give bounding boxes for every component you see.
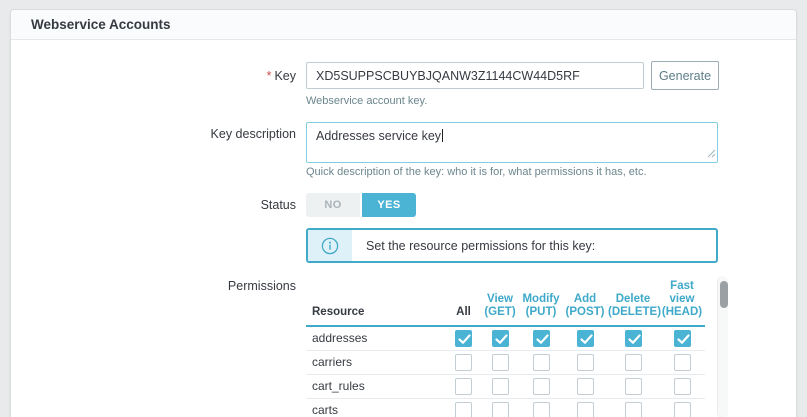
permission-cell (563, 326, 607, 350)
permission-cell (519, 374, 563, 398)
column-header-view[interactable]: View(GET) (481, 276, 519, 326)
generate-button[interactable]: Generate (651, 61, 719, 90)
permission-cell (519, 398, 563, 417)
resource-name: carts (306, 398, 446, 417)
column-header-delete[interactable]: Delete(DELETE) (607, 276, 659, 326)
key-help-text: Webservice account key. (306, 95, 427, 107)
required-asterisk: * (267, 69, 272, 83)
permissions-table: ResourceAllView(GET)Modify(PUT)Add(POST)… (306, 276, 705, 417)
permission-cell (659, 398, 705, 417)
status-toggle-yes[interactable]: YES (362, 193, 416, 217)
permission-cell (659, 326, 705, 350)
permission-checkbox-addresses-0[interactable] (455, 330, 472, 347)
resize-handle-icon[interactable] (706, 147, 716, 161)
permission-checkbox-cart_rules-0[interactable] (455, 378, 472, 395)
permission-row-carriers: carriers (306, 350, 705, 374)
permission-checkbox-carts-2[interactable] (533, 402, 550, 417)
status-toggle-no[interactable]: NO (306, 193, 360, 217)
permission-checkbox-cart_rules-2[interactable] (533, 378, 550, 395)
permission-row-addresses: addresses (306, 326, 705, 350)
permission-checkbox-carriers-4[interactable] (625, 354, 642, 371)
permission-cell (481, 326, 519, 350)
permission-checkbox-cart_rules-4[interactable] (625, 378, 642, 395)
permission-cell (481, 398, 519, 417)
resource-name: addresses (306, 326, 446, 350)
column-header-fast-view[interactable]: Fast view(HEAD) (659, 276, 705, 326)
permission-checkbox-addresses-1[interactable] (492, 330, 509, 347)
permission-row-carts: carts (306, 398, 705, 417)
permission-checkbox-cart_rules-3[interactable] (577, 378, 594, 395)
permission-checkbox-carriers-3[interactable] (577, 354, 594, 371)
permission-checkbox-addresses-2[interactable] (533, 330, 550, 347)
permission-checkbox-addresses-5[interactable] (674, 330, 691, 347)
permission-cell (446, 398, 481, 417)
permission-cell (481, 350, 519, 374)
permission-checkbox-cart_rules-1[interactable] (492, 378, 509, 395)
permission-checkbox-carriers-5[interactable] (674, 354, 691, 371)
permission-checkbox-carriers-1[interactable] (492, 354, 509, 371)
permission-checkbox-addresses-4[interactable] (625, 330, 642, 347)
key-description-textarea[interactable]: Addresses service key (306, 122, 718, 163)
permission-cell (446, 374, 481, 398)
permissions-label: Permissions (11, 278, 296, 294)
permission-cell (519, 326, 563, 350)
permissions-table-container: ResourceAllView(GET)Modify(PUT)Add(POST)… (306, 276, 728, 417)
permission-checkbox-addresses-3[interactable] (577, 330, 594, 347)
permission-cell (607, 398, 659, 417)
permission-row-cart_rules: cart_rules (306, 374, 705, 398)
column-header-add[interactable]: Add(POST) (563, 276, 607, 326)
permission-cell (607, 350, 659, 374)
permission-cell (446, 326, 481, 350)
permission-cell (659, 374, 705, 398)
page-title: Webservice Accounts (31, 17, 171, 32)
status-label: Status (11, 197, 296, 213)
key-input[interactable] (306, 62, 644, 89)
info-alert-text: Set the resource permissions for this ke… (352, 230, 595, 261)
resource-name: carriers (306, 350, 446, 374)
permission-cell (481, 374, 519, 398)
key-description-help-text: Quick description of the key: who it is … (306, 166, 647, 178)
permission-checkbox-carts-5[interactable] (674, 402, 691, 417)
permission-checkbox-carts-1[interactable] (492, 402, 509, 417)
permission-cell (659, 350, 705, 374)
table-scrollbar-thumb[interactable] (720, 281, 728, 308)
permission-cell (563, 374, 607, 398)
info-alert: Set the resource permissions for this ke… (306, 228, 718, 263)
status-toggle: NO YES (306, 193, 416, 217)
permission-cell (607, 374, 659, 398)
permission-checkbox-carts-4[interactable] (625, 402, 642, 417)
key-label: *Key (11, 68, 296, 84)
permission-checkbox-carriers-2[interactable] (533, 354, 550, 371)
resource-name: cart_rules (306, 374, 446, 398)
webservice-accounts-panel: Webservice Accounts *Key Generate Webser… (10, 9, 797, 417)
permission-cell (563, 350, 607, 374)
permission-checkbox-carriers-0[interactable] (455, 354, 472, 371)
column-header-modify[interactable]: Modify(PUT) (519, 276, 563, 326)
permission-cell (446, 350, 481, 374)
permission-checkbox-carts-0[interactable] (455, 402, 472, 417)
text-cursor (442, 129, 443, 142)
permission-cell (563, 398, 607, 417)
permissions-table-header: ResourceAllView(GET)Modify(PUT)Add(POST)… (306, 276, 705, 326)
key-description-value: Addresses service key (316, 129, 441, 143)
info-icon (308, 230, 352, 261)
permission-checkbox-carts-3[interactable] (577, 402, 594, 417)
column-header-all: All (446, 276, 481, 326)
key-description-label: Key description (11, 126, 296, 142)
permission-cell (519, 350, 563, 374)
table-scrollbar-track[interactable] (717, 276, 728, 417)
panel-header: Webservice Accounts (11, 10, 796, 40)
permission-checkbox-cart_rules-5[interactable] (674, 378, 691, 395)
column-header-resource: Resource (306, 276, 446, 326)
permission-cell (607, 326, 659, 350)
